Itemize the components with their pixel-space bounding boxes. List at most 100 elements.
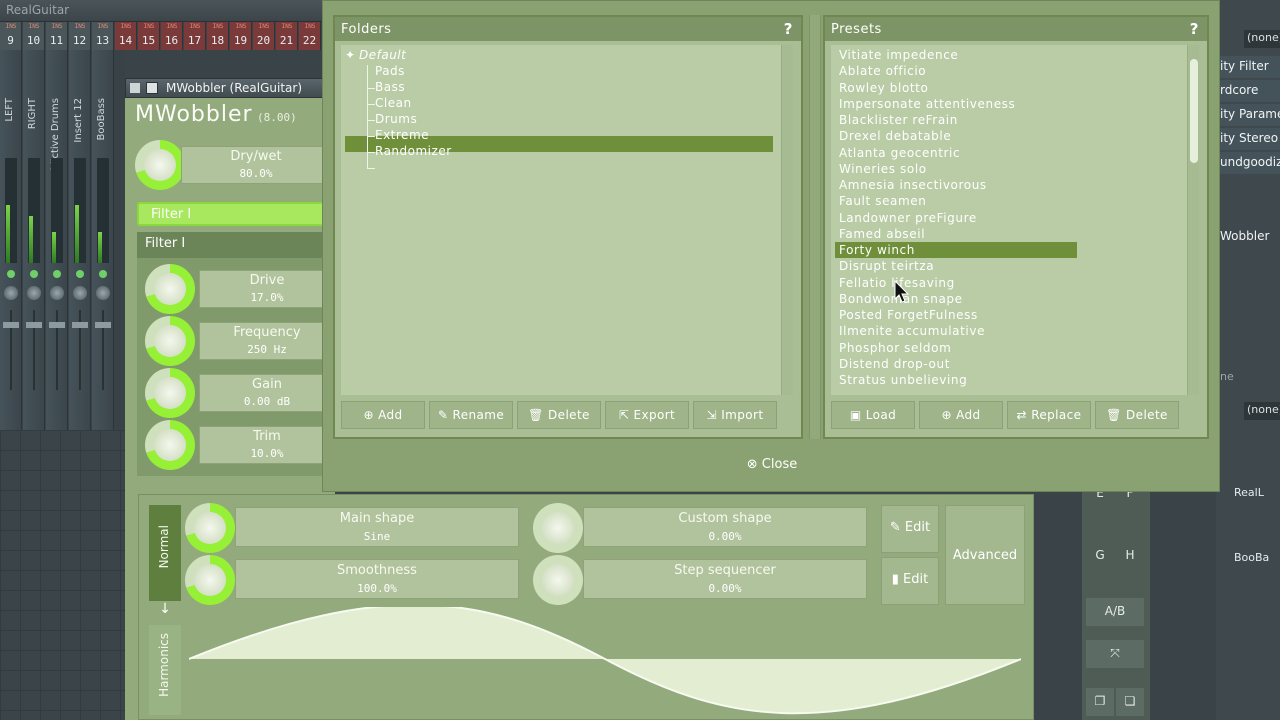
- pan-knob[interactable]: [96, 286, 110, 300]
- drive-knob[interactable]: [145, 264, 195, 314]
- track-tab[interactable]: INS 10: [23, 22, 45, 50]
- slot-g[interactable]: G: [1088, 548, 1112, 568]
- preset-item[interactable]: Rowley blotto: [839, 80, 928, 96]
- menu-arrow-icon[interactable]: [130, 83, 140, 93]
- channel-item[interactable]: Wobbler: [1216, 226, 1280, 248]
- preset-item[interactable]: Landowner preFigure: [839, 210, 977, 226]
- folder-delete-button[interactable]: 🗑 Delete: [517, 401, 601, 429]
- enable-led[interactable]: [76, 270, 84, 278]
- preset-item[interactable]: Blacklister reFrain: [839, 112, 958, 128]
- track-tab[interactable]: INS 9: [0, 22, 22, 50]
- ab-button[interactable]: A/B: [1086, 598, 1144, 626]
- fader-handle[interactable]: [3, 322, 19, 328]
- preset-item[interactable]: Ablate officio: [839, 63, 926, 79]
- track-tab[interactable]: INS 15: [138, 22, 160, 50]
- gain-param[interactable]: Gain 0.00 dB: [199, 374, 335, 412]
- folder-item-extreme[interactable]: Extreme: [375, 127, 429, 143]
- folder-item-clean[interactable]: Clean: [375, 95, 412, 111]
- folders-scrollbar[interactable]: [781, 45, 793, 395]
- preset-add-button[interactable]: ⊕ Add: [919, 401, 1003, 429]
- track-tab[interactable]: INS 21: [276, 22, 298, 50]
- pan-knob[interactable]: [27, 286, 41, 300]
- preset-item[interactable]: Posted ForgetFulness: [839, 307, 978, 323]
- preset-item[interactable]: Atlanta geocentric: [839, 145, 960, 161]
- mixer-strip[interactable]: BooBass FX: [92, 50, 114, 450]
- playlist-lane[interactable]: RealL: [1234, 486, 1264, 499]
- channel-item[interactable]: ity Stereo: [1216, 128, 1280, 150]
- gain-knob[interactable]: [145, 368, 195, 418]
- track-tab[interactable]: INS 18: [207, 22, 229, 50]
- frequency-knob[interactable]: [145, 316, 195, 366]
- track-tab[interactable]: INS 14: [115, 22, 137, 50]
- channel-item[interactable]: ity Parame: [1216, 104, 1280, 126]
- mixer-strip[interactable]: Addictive Drums FX: [46, 50, 68, 450]
- folder-item-bass[interactable]: Bass: [375, 79, 405, 95]
- main-shape-knob[interactable]: [185, 503, 235, 553]
- preset-item[interactable]: Wineries solo: [839, 161, 927, 177]
- smoothness-param[interactable]: Smoothness 100.0%: [235, 559, 519, 599]
- drive-param[interactable]: Drive 17.0%: [199, 270, 335, 308]
- slot-h[interactable]: H: [1118, 548, 1142, 568]
- enable-led[interactable]: [99, 270, 107, 278]
- track-tab[interactable]: INS 20: [253, 22, 275, 50]
- channel-item[interactable]: undgoodiz: [1216, 152, 1280, 174]
- custom-shape-knob[interactable]: [533, 503, 583, 553]
- track-tab[interactable]: INS 11: [46, 22, 68, 50]
- step-sequencer-param[interactable]: Step sequencer 0.00%: [583, 559, 867, 599]
- mixer-strip[interactable]: LEFT FX: [0, 50, 22, 450]
- plugin-icon[interactable]: [146, 82, 158, 94]
- drywet-knob[interactable]: [135, 140, 185, 190]
- mixer-strip[interactable]: Insert 12: [69, 50, 91, 450]
- smoothness-knob[interactable]: [185, 555, 235, 605]
- fader-handle[interactable]: [95, 322, 111, 328]
- fader-handle[interactable]: [49, 322, 65, 328]
- trim-param[interactable]: Trim 10.0%: [199, 426, 335, 464]
- plugin-titlebar[interactable]: MWobbler (RealGuitar): [125, 78, 345, 98]
- track-tab[interactable]: INS 19: [230, 22, 252, 50]
- arrow-down-icon[interactable]: ↓: [153, 601, 177, 621]
- tab-harmonics[interactable]: Harmonics: [149, 625, 181, 715]
- preset-replace-button[interactable]: ⇄ Replace: [1007, 401, 1091, 429]
- folder-item-default[interactable]: Default: [359, 47, 406, 63]
- presets-scrollbar[interactable]: [1187, 45, 1199, 395]
- routing-select[interactable]: (none): [1244, 30, 1280, 48]
- filter-tab[interactable]: Filter I: [137, 202, 327, 226]
- preset-item[interactable]: Ilmenite accumulative: [839, 323, 985, 339]
- enable-led[interactable]: [53, 270, 61, 278]
- folder-item-drums[interactable]: Drums: [375, 111, 417, 127]
- trim-knob[interactable]: [145, 420, 195, 470]
- edit-custom-shape-button[interactable]: ✎ Edit: [881, 505, 939, 553]
- preset-delete-button[interactable]: 🗑 Delete: [1095, 401, 1179, 429]
- enable-led[interactable]: [30, 270, 38, 278]
- frequency-param[interactable]: Frequency 250 Hz: [199, 322, 335, 360]
- folders-help-button[interactable]: ?: [784, 20, 793, 38]
- preset-item[interactable]: Impersonate attentiveness: [839, 96, 1015, 112]
- close-button[interactable]: ⊗ Close: [329, 443, 1215, 487]
- track-tab[interactable]: INS 16: [161, 22, 183, 50]
- preset-item[interactable]: Vitiate impedence: [839, 47, 958, 63]
- paste-icon[interactable]: ❏: [1116, 688, 1144, 716]
- preset-item[interactable]: Disrupt teirtza: [839, 258, 934, 274]
- fader-handle[interactable]: [26, 322, 42, 328]
- presets-help-button[interactable]: ?: [1190, 20, 1199, 38]
- mixer-strip[interactable]: RIGHT: [23, 50, 45, 450]
- preset-item[interactable]: Phosphor seldom: [839, 340, 951, 356]
- track-tab[interactable]: INS 13: [92, 22, 114, 50]
- folder-rename-button[interactable]: ✎ Rename: [429, 401, 513, 429]
- enable-led[interactable]: [7, 270, 15, 278]
- preset-item[interactable]: Stratus unbelieving: [839, 372, 967, 388]
- copy-icon[interactable]: ❐: [1086, 688, 1114, 716]
- track-tab[interactable]: INS 17: [184, 22, 206, 50]
- routing-select[interactable]: (none): [1244, 402, 1280, 420]
- track-tab[interactable]: INS 22: [299, 22, 321, 50]
- fullscreen-icon[interactable]: ⤧: [1086, 640, 1144, 668]
- folder-item-randomizer[interactable]: Randomizer: [375, 143, 452, 159]
- main-shape-param[interactable]: Main shape Sine: [235, 507, 519, 547]
- folder-add-button[interactable]: ⊕ Add: [341, 401, 425, 429]
- preset-item[interactable]: Distend drop-out: [839, 356, 950, 372]
- step-sequencer-knob[interactable]: [533, 555, 583, 605]
- edit-step-sequencer-button[interactable]: ▮ Edit: [881, 557, 939, 605]
- pan-knob[interactable]: [50, 286, 64, 300]
- custom-shape-param[interactable]: Custom shape 0.00%: [583, 507, 867, 547]
- preset-item[interactable]: Fault seamen: [839, 193, 926, 209]
